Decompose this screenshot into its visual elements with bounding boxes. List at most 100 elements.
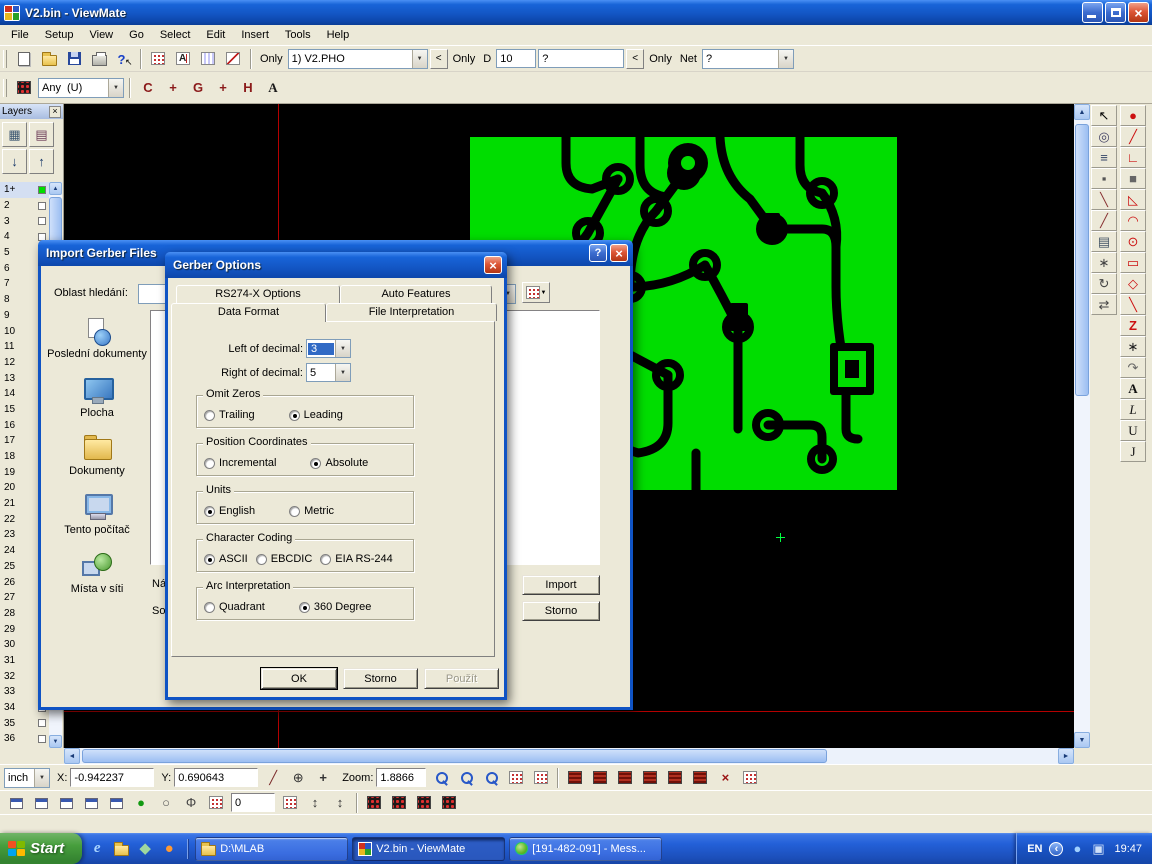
gerber-cancel-button[interactable]: Storno	[343, 668, 418, 689]
layer-grid-icon[interactable]: ▦	[2, 122, 27, 147]
horizontal-scroll-thumb[interactable]	[82, 749, 827, 763]
grid-pattern-icon[interactable]	[278, 792, 302, 814]
task-191-482-091-mess[interactable]: [191-482-091] - Mess...	[509, 837, 662, 861]
keyboard-tray-icon[interactable]: ▣	[1089, 840, 1107, 858]
show-desktop-icon[interactable]: ◆	[134, 838, 156, 860]
curve-tool-icon[interactable]: ↷	[1120, 357, 1146, 378]
grid-snap-icon[interactable]	[529, 767, 553, 789]
task-v2-bin-viewmate[interactable]: V2.bin - ViewMate	[352, 837, 505, 861]
letter-l-tool-icon[interactable]: L	[1120, 399, 1146, 420]
radio-button-icon[interactable]	[204, 458, 215, 469]
gerber-dialog-titlebar[interactable]: Gerber Options ×	[165, 252, 507, 278]
dcode-select-icon[interactable]	[146, 48, 170, 70]
menu-tools[interactable]: Tools	[277, 27, 319, 43]
layer-row[interactable]: 1+	[0, 182, 49, 198]
window-tile3-icon[interactable]	[54, 792, 78, 814]
radio-button-icon[interactable]	[204, 602, 215, 613]
pad-display1-icon[interactable]	[563, 767, 587, 789]
rectangle-tool-icon[interactable]: ▭	[1120, 252, 1146, 273]
slash-tool-icon[interactable]: ╲	[1120, 294, 1146, 315]
tab-rs274-x-options[interactable]: RS274-X Options	[176, 285, 340, 303]
chevron-down-icon[interactable]: ▼	[778, 50, 793, 68]
layer-swatch[interactable]	[38, 217, 46, 225]
scroll-right-icon[interactable]: ►	[1058, 748, 1074, 764]
place-tento-po-ta[interactable]: Tento počítač	[46, 492, 148, 537]
import-close-button[interactable]: ×	[610, 244, 628, 262]
menu-edit[interactable]: Edit	[198, 27, 233, 43]
minimize-button[interactable]	[1082, 2, 1103, 23]
layers-close-button[interactable]: ×	[49, 106, 61, 118]
network-tray-icon[interactable]: ●	[1068, 840, 1086, 858]
open-file-icon[interactable]	[37, 48, 61, 70]
radio-button-icon[interactable]	[289, 506, 300, 517]
horizontal-scroll-track[interactable]	[80, 748, 1058, 764]
grid-toggle-icon[interactable]	[504, 767, 528, 789]
layer-combo[interactable]: 1) V2.PHO ▼	[288, 49, 428, 69]
zigzag-tool-icon[interactable]: Z	[1120, 315, 1146, 336]
aperture-pattern4-icon[interactable]	[437, 792, 461, 814]
chevron-down-icon[interactable]: ▼	[108, 79, 123, 97]
flash-pad-icon[interactable]: ▪	[1091, 168, 1117, 189]
select-cursor-icon[interactable]: ↖	[1091, 105, 1117, 126]
chevron-down-icon[interactable]: ▼	[335, 340, 350, 357]
radio-button-icon[interactable]	[320, 554, 331, 565]
scroll-up-icon[interactable]: ▲	[1074, 104, 1090, 120]
line-tool-icon[interactable]: ╱	[1120, 126, 1146, 147]
pad-display3-icon[interactable]	[613, 767, 637, 789]
arc-tool-icon[interactable]: ◠	[1120, 210, 1146, 231]
views-button[interactable]: ▼	[522, 282, 550, 303]
layer-swatch[interactable]	[38, 735, 46, 743]
zoom-tool-icon[interactable]: ◎	[1091, 126, 1117, 147]
prev-layer-button[interactable]: <	[430, 49, 448, 69]
tab-data-format[interactable]: Data Format	[171, 303, 326, 322]
tab-auto-features[interactable]: Auto Features	[340, 285, 492, 303]
layer-move-down-icon[interactable]: ↓	[2, 149, 27, 174]
pad-display5-icon[interactable]	[663, 767, 687, 789]
measure-line-icon[interactable]: ╱	[261, 767, 285, 789]
new-file-icon[interactable]	[12, 48, 36, 70]
crosshair-select2-icon[interactable]: +	[211, 77, 235, 99]
scroll-up-icon[interactable]: ▲	[49, 182, 62, 195]
vertical-scrollbar[interactable]: ▲ ▼	[1074, 104, 1090, 748]
letter-g-tool-icon[interactable]: G	[186, 77, 210, 99]
radio-trailing[interactable]: Trailing	[204, 409, 255, 421]
context-help-icon[interactable]	[112, 48, 136, 70]
chevron-down-icon[interactable]: ▼	[34, 769, 49, 787]
ok-button[interactable]: OK	[261, 668, 337, 689]
print-icon[interactable]	[87, 48, 111, 70]
origin-target-icon[interactable]: ⊕	[286, 767, 310, 789]
layer-table-icon[interactable]: ▤	[29, 122, 54, 147]
tab-file-interpretation[interactable]: File Interpretation	[326, 303, 497, 321]
pad-display2-icon[interactable]	[588, 767, 612, 789]
place-plocha[interactable]: Plocha	[46, 375, 148, 420]
letter-j-tool-icon[interactable]: J	[1120, 441, 1146, 462]
layer-move-up-icon[interactable]: ↑	[29, 149, 54, 174]
underline-tool-icon[interactable]: U	[1120, 420, 1146, 441]
window-tile5-icon[interactable]	[104, 792, 128, 814]
zoom-in-icon[interactable]	[429, 767, 453, 789]
radio-ebcdic[interactable]: EBCDIC	[256, 553, 313, 565]
aperture-pattern1-icon[interactable]	[362, 792, 386, 814]
chevron-down-icon[interactable]: ▼	[412, 50, 427, 68]
horizontal-scrollbar[interactable]: ◄ ►	[64, 748, 1074, 764]
place-m-sta-v-s-ti[interactable]: Místa v síti	[46, 551, 148, 596]
crosshair-select-icon[interactable]: +	[161, 77, 185, 99]
radio-ascii[interactable]: ASCII	[204, 553, 248, 565]
menu-insert[interactable]: Insert	[233, 27, 277, 43]
snap-point-icon[interactable]: ∗	[1091, 252, 1117, 273]
rotate-view-icon[interactable]: ↻	[1091, 273, 1117, 294]
layer-row[interactable]: 36	[0, 731, 49, 747]
radio-button-icon[interactable]	[299, 602, 310, 613]
chevron-down-icon[interactable]: ▼	[335, 364, 350, 381]
right-decimal-combo[interactable]: 5 ▼	[306, 363, 351, 382]
window-tile1-icon[interactable]	[4, 792, 28, 814]
layer-row[interactable]: 35	[0, 715, 49, 731]
grid-dots-icon[interactable]	[738, 767, 762, 789]
start-button[interactable]: Start	[0, 833, 82, 864]
language-indicator[interactable]: EN	[1027, 843, 1042, 855]
radio-button-icon[interactable]	[256, 554, 267, 565]
selection-scope-combo[interactable]: Any (U) ▼	[38, 78, 124, 98]
radio-incremental[interactable]: Incremental	[204, 457, 276, 469]
import-cancel-button[interactable]: Storno	[522, 601, 600, 621]
radio-eia-rs-244[interactable]: EIA RS-244	[320, 553, 392, 565]
